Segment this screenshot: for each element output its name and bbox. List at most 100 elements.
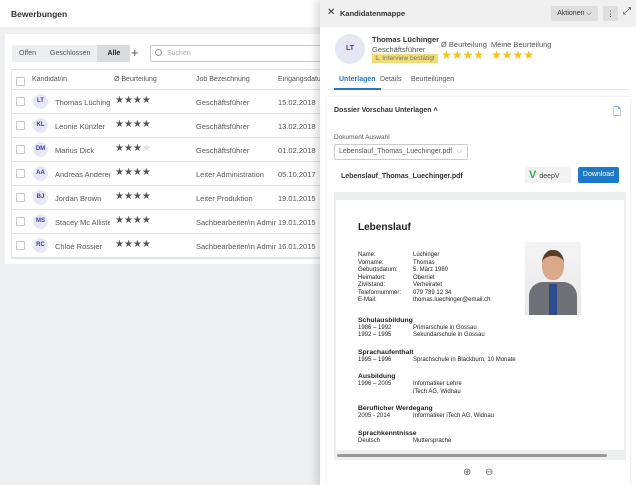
tab-ratings[interactable]: Beurteilungen [411, 76, 454, 83]
cv-entry-text: Primarschule in Gossau [413, 324, 477, 331]
avatar: AA [33, 166, 48, 181]
cv-entry-period: 1992 – 1995 [358, 332, 392, 338]
section-title[interactable]: Dossier Vorschau Unterlagen ˄ [334, 107, 438, 114]
table-row[interactable]: BJ Jordan Brown ★★★★ Leiter Produktion 1… [12, 186, 331, 210]
table-row[interactable]: MS Stacey Mc Allister ★★★★ Sachbearbeite… [12, 210, 331, 234]
filter-all[interactable]: Alle [97, 45, 131, 62]
cv-field-label: Vorname: [358, 259, 384, 266]
rating-stars: ★★★★ [115, 239, 151, 250]
cv-field-value: Thomas [413, 259, 435, 266]
job-title: Leiter Produktion [196, 194, 253, 203]
zoom-out-icon[interactable]: ⊖ [485, 467, 493, 478]
col-job[interactable]: Job Bezeichnung [196, 76, 250, 83]
search-icon [155, 49, 162, 56]
filter-segment: Offen Geschlossen Alle [12, 45, 131, 62]
avg-rating-stars: ★★★★ [441, 48, 485, 62]
avatar: LT [33, 94, 48, 109]
deepv-button[interactable]: VdeepV [525, 167, 571, 183]
row-checkbox[interactable] [16, 241, 25, 250]
cv-field-label: Zivilstand: [358, 282, 386, 288]
cv-section-title: Sprachaufenthalt [358, 348, 414, 356]
row-checkbox[interactable] [16, 145, 25, 154]
expand-icon[interactable]: ⤢ [623, 6, 631, 17]
job-title: Geschäftsführer [196, 146, 250, 155]
cv-entry-period: 1986 – 1992 [358, 324, 392, 331]
document-select[interactable]: Lebenslauf_Thomas_Luechinger.pdf ⌵ [334, 144, 468, 160]
cv-entry-text: iTech AG, Widnau [413, 388, 461, 395]
cv-section-title: Ausbildung [358, 373, 396, 380]
candidate-name: Leonie Künzler [55, 122, 106, 131]
cv-field-label: Telefonnummer: [358, 289, 402, 296]
my-rating-stars[interactable]: ★★★★ [491, 48, 534, 62]
select-all-checkbox[interactable] [16, 77, 25, 86]
cv-entry-period: 1995 – 1996 [358, 356, 392, 363]
avatar: DM [33, 142, 48, 157]
cv-section-title: Sprachkenntnisse [358, 429, 417, 437]
page-title: Bewerbungen [11, 9, 68, 19]
table-row[interactable]: RC Chloé Rossier ★★★★ Sachbearbeiter/in … [12, 234, 331, 258]
tab-bar: Unterlagen Details Beurteilungen [328, 73, 628, 90]
add-button[interactable]: + [131, 45, 139, 60]
table-row[interactable]: KL Leonie Künzler ★★★★ Geschäftsführer 1… [12, 114, 331, 138]
cv-entry-text: Informatiker Lehre [413, 381, 462, 387]
row-checkbox[interactable] [16, 169, 25, 178]
table-row[interactable]: AA Andreas Anderegg ★★★★ Leiter Administ… [12, 162, 331, 186]
cv-field-value: 5. März 1980 [413, 267, 449, 273]
row-checkbox[interactable] [16, 217, 25, 226]
download-button[interactable]: Download [578, 167, 619, 183]
job-title: Sachbearbeiter/in Administration [196, 218, 276, 227]
cv-field-label: Heimatort: [358, 274, 386, 281]
candidate-panel: ✕ Kandidatenmappe Aktionen ⌵ ⋮ ⤢ LT Thom… [320, 0, 636, 485]
rating-stars: ★★★★ [115, 215, 151, 226]
table-row[interactable]: DM Marius Dick ★★★★ Geschäftsführer 01.0… [12, 138, 331, 162]
cv-section-title: Beruflicher Werdegang [358, 405, 433, 412]
tab-documents[interactable]: Unterlagen [334, 76, 381, 90]
rating-stars: ★★★★ [115, 167, 151, 178]
col-candidate[interactable]: Kandidat/in [32, 76, 67, 83]
col-rating[interactable]: Ø Beurteilung [114, 76, 157, 83]
table-row[interactable]: LT Thomas Lüchinger ★★★★ Geschäftsführer… [12, 90, 331, 114]
cv-field-label: Name: [358, 252, 376, 258]
cv-entry-text: Informatiker iTech AG, Widnau [413, 413, 495, 419]
cv-field-label: E-Mail: [358, 297, 377, 303]
row-checkbox[interactable] [16, 97, 25, 106]
tab-details[interactable]: Details [380, 76, 401, 83]
row-checkbox[interactable] [16, 121, 25, 130]
filter-closed[interactable]: Geschlossen [43, 45, 97, 62]
avatar: LT [335, 34, 365, 64]
received-date: 15.02.2018 [278, 98, 316, 107]
panel-title: Kandidatenmappe [340, 9, 406, 18]
actions-button[interactable]: Aktionen ⌵ [551, 6, 598, 21]
candidate-name: Chloé Rossier [55, 242, 103, 251]
job-title: Leiter Administration [196, 170, 264, 179]
documents-card: Dossier Vorschau Unterlagen ˄ 🗋 Dokument… [327, 97, 630, 485]
job-title: Sachbearbeiter/in Administration [196, 242, 276, 251]
avatar: RC [33, 238, 48, 253]
cv-field-value: thomas.luechinger@email.ch [413, 297, 491, 303]
job-title: Geschäftsführer [196, 122, 250, 131]
job-title: Geschäftsführer [196, 98, 250, 107]
candidate-job: Geschäftsführer [372, 45, 426, 54]
horizontal-scrollbar[interactable] [337, 454, 607, 457]
filter-open[interactable]: Offen [12, 45, 43, 62]
panel-header: ✕ Kandidatenmappe Aktionen ⌵ ⋮ ⤢ [320, 0, 636, 27]
rating-stars: ★★★★ [115, 119, 151, 130]
applications-table: Kandidat/in Ø Beurteilung Job Bezeichnun… [11, 69, 331, 259]
cv-entry-text: Muttersprache [413, 437, 452, 444]
received-date: 13.02.2018 [278, 122, 316, 131]
received-date: 01.02.2018 [278, 146, 316, 155]
candidate-name: Marius Dick [55, 146, 95, 155]
more-icon[interactable]: ⋮ [603, 6, 618, 21]
zoom-in-icon[interactable]: ⊕ [463, 467, 471, 478]
cv-field-value: Verheiratet [413, 282, 443, 288]
rating-stars: ★★★★ [115, 191, 151, 202]
add-document-icon[interactable]: 🗋 [613, 105, 621, 122]
cv-entry-period: 1996 – 2005 [358, 381, 392, 387]
close-icon[interactable]: ✕ [327, 7, 335, 18]
cv-title: Lebenslauf [358, 222, 411, 233]
received-date: 19.01.2015 [278, 194, 316, 203]
pdf-page: Lebenslauf Name: Lüchinger Vorname: Thomas G… [336, 200, 624, 450]
row-checkbox[interactable] [16, 193, 25, 202]
candidate-name: Stacey Mc Allister [55, 218, 110, 227]
candidate-photo [525, 242, 581, 315]
